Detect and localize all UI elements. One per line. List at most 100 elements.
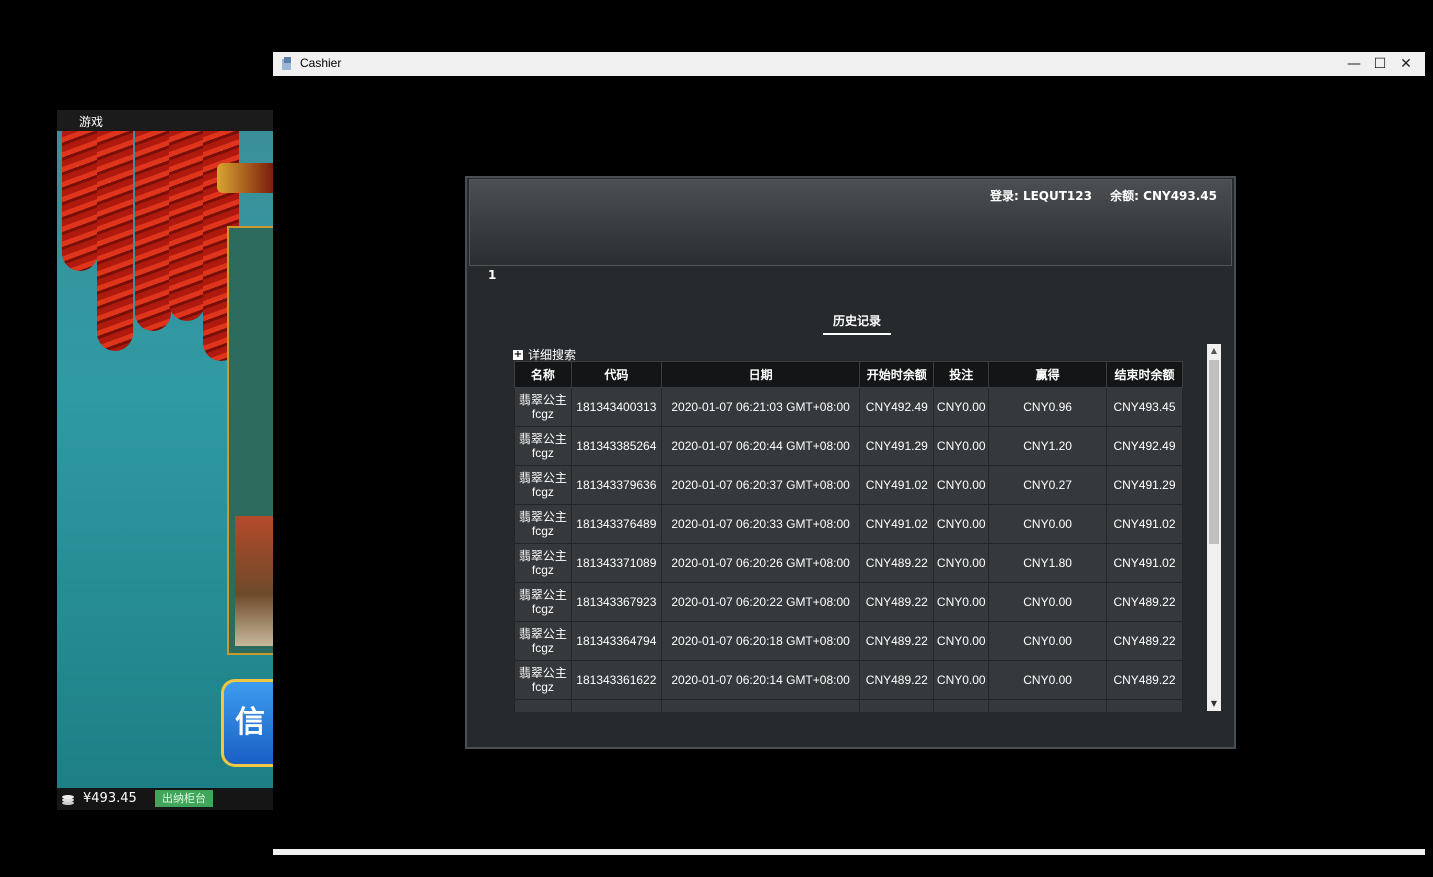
game-code-name: fcgz [531,680,554,694]
cell-end-balance: CNY491.29 [1106,465,1183,505]
tab-history[interactable]: 历史记录 [823,312,891,335]
game-code-name: fcgz [531,641,554,655]
game-name: 翡翠公主 [518,471,567,485]
cell-name: 翡翠公主 fcgz [514,543,572,583]
minimize-button[interactable]: — [1341,52,1367,76]
cell-start-balance: CNY491.02 [859,504,935,544]
balance-label: 余额: CNY493.45 [1110,189,1217,203]
cell-code: 181343376489 [570,504,662,544]
start-button-partial[interactable]: 信 [221,679,273,767]
cell-date: 2020-01-07 06:20:22 GMT+08:00 [660,582,861,622]
cell-bet: CNY0.00 [933,504,990,544]
table-row[interactable]: 翡翠公主 fcgz 181343361622 2020-01-07 06:20:14 … [514,660,1183,700]
game-name: 翡翠公主 [518,588,567,602]
game-name: 翡翠公主 [518,666,567,680]
game-name: 翡翠公主 [518,549,567,563]
cell-date: 2020-01-07 06:20:44 GMT+08:00 [660,426,861,466]
maximize-button[interactable]: ☐ [1367,52,1393,76]
cell-win: CNY1.20 [988,426,1107,466]
game-name: 翡翠公主 [518,510,567,524]
table-row[interactable]: 翡翠公主 fcgz 181343371089 2020-01-07 06:20:26 … [514,543,1183,583]
cell-win [988,699,1107,712]
cell-date: 2020-01-07 06:21:03 GMT+08:00 [660,387,861,427]
table-row[interactable]: 翡翠公主 fcgz 181343367923 2020-01-07 06:20:22 … [514,582,1183,622]
cell-name: 翡翠公主 fcgz [514,387,572,427]
game-name: 翡翠公主 [518,627,567,641]
table-header-row: 名称 代码 日期 开始时余额 投注 赢得 结束时余额 [514,361,1183,388]
cell-end-balance: CNY489.22 [1106,660,1183,700]
cell-name: 翡翠公主 fcgz [514,465,572,505]
decoration-firecrackers [169,131,205,321]
game-canvas[interactable]: 信 [57,131,273,788]
cell-code: 181343400313 [570,387,662,427]
table-row[interactable]: 翡翠公主 fcgz 181343385264 2020-01-07 06:20:44 … [514,426,1183,466]
col-header-code: 代码 [570,361,662,388]
cell-bet: CNY0.00 [933,582,990,622]
cell-win: CNY0.00 [988,660,1107,700]
table-row[interactable]: 翡翠公主 fcgz 181343379636 2020-01-07 06:20:37 … [514,465,1183,505]
cell-date: 2020-01-07 06:20:14 GMT+08:00 [660,660,861,700]
pagoda-image [235,516,273,646]
cell-start-balance: CNY491.29 [859,426,935,466]
window-bottom-border [273,849,1425,855]
close-button[interactable]: ✕ [1393,52,1419,76]
cell-date: 2020-01-07 06:20:26 GMT+08:00 [660,543,861,583]
cell-bet: CNY0.00 [933,387,990,427]
history-table-container[interactable]: 名称 代码 日期 开始时余额 投注 赢得 结束时余额 翡翠公主 fcgz 18134… [514,361,1183,712]
cell-code: 181343385264 [570,426,662,466]
cell-end-balance [1106,699,1183,712]
cell-name: 翡翠公主 fcgz [514,582,572,622]
cell-name: 翡翠公主 fcgz [514,504,572,544]
cell-date [660,699,861,712]
cell-bet: CNY0.00 [933,621,990,661]
cell-name: 翡翠公主 [514,699,572,712]
cashier-window: Cashier — ☐ ✕ 登录: LEQUT123 余额: CNY493.45… [273,52,1425,855]
table-row[interactable]: 翡翠公主 fcgz 181343376489 2020-01-07 06:20:33 … [514,504,1183,544]
cell-code: 181343364794 [570,621,662,661]
window-title: Cashier [300,56,342,70]
game-code-name: fcgz [531,407,554,421]
window-titlebar[interactable]: Cashier — ☐ ✕ [273,52,1425,76]
game-banner [217,163,273,193]
scroll-thumb[interactable] [1209,360,1219,544]
table-row[interactable]: 翡翠公主 fcgz 181343364794 2020-01-07 06:20:18 … [514,621,1183,661]
cell-bet: CNY0.00 [933,660,990,700]
cell-start-balance: CNY492.49 [859,387,935,427]
game-code-name: fcgz [531,563,554,577]
coins-icon [62,795,74,805]
cell-start-balance: CNY489.22 [859,621,935,661]
table-row[interactable]: 翡翠公主 [514,699,1183,712]
cell-start-balance: CNY489.22 [859,582,935,622]
decoration-firecrackers [62,131,98,271]
col-header-win: 赢得 [988,361,1107,388]
cell-win: CNY0.00 [988,504,1107,544]
cell-date: 2020-01-07 06:20:18 GMT+08:00 [660,621,861,661]
decoration-firecrackers [135,131,171,331]
menu-game[interactable]: 游戏 [79,113,103,130]
scroll-up-arrow-icon[interactable]: ▲ [1207,344,1221,358]
cell-start-balance: CNY489.22 [859,660,935,700]
balance-label: ¥493.45 [83,791,137,806]
col-header-end-balance: 结束时余额 [1106,361,1183,388]
table-row[interactable]: 翡翠公主 fcgz 181343400313 2020-01-07 06:21:03 … [514,387,1183,427]
cell-bet: CNY0.00 [933,543,990,583]
page-number: 1 [488,268,497,282]
cell-start-balance: CNY489.22 [859,543,935,583]
cashier-button[interactable]: 出纳柜台 [155,790,213,807]
cell-end-balance: CNY493.45 [1106,387,1183,427]
account-header: 登录: LEQUT123 余额: CNY493.45 [469,179,1232,266]
history-table: 名称 代码 日期 开始时余额 投注 赢得 结束时余额 翡翠公主 fcgz 18134… [514,361,1183,712]
game-code-name: fcgz [531,485,554,499]
cell-start-balance: CNY491.02 [859,465,935,505]
cell-code: 181343367923 [570,582,662,622]
cell-name: 翡翠公主 fcgz [514,660,572,700]
col-header-start-balance: 开始时余额 [859,361,935,388]
cell-date: 2020-01-07 06:20:33 GMT+08:00 [660,504,861,544]
cell-name: 翡翠公主 fcgz [514,621,572,661]
cell-win: CNY0.27 [988,465,1107,505]
col-header-name: 名称 [514,361,572,388]
game-code-name: fcgz [531,524,554,538]
table-scrollbar[interactable]: ▲ ▼ [1207,344,1221,711]
app-icon [282,57,291,70]
scroll-down-arrow-icon[interactable]: ▼ [1207,697,1221,711]
